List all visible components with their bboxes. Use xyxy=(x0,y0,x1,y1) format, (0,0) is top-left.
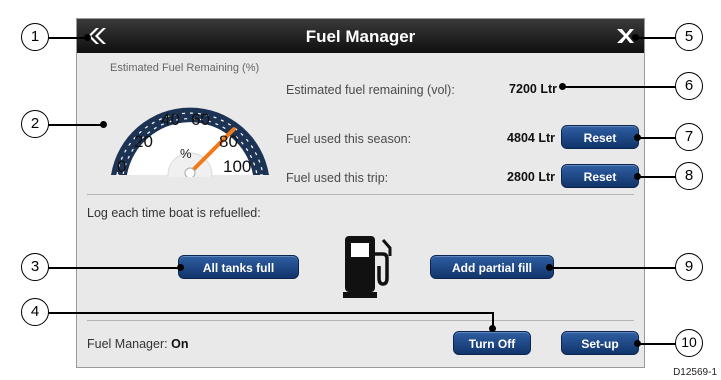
callout-9-leader xyxy=(548,267,686,269)
callout-9: 9 xyxy=(675,253,703,281)
turn-off-button[interactable]: Turn Off xyxy=(453,331,531,355)
status-label: Fuel Manager: xyxy=(87,337,168,351)
callout-8-dot xyxy=(634,173,641,180)
callout-4-leader xyxy=(35,312,493,314)
gauge-tick-0: 0 xyxy=(117,157,127,176)
status-value: On xyxy=(171,337,189,351)
callout-3: 3 xyxy=(21,253,49,281)
remaining-value: 7200 Ltr xyxy=(509,82,557,96)
reset-trip-button[interactable]: Reset xyxy=(561,164,639,188)
callout-1: 1 xyxy=(21,23,49,51)
callout-5: 5 xyxy=(675,23,703,51)
callout-4-dot xyxy=(489,325,496,332)
callout-10: 10 xyxy=(675,329,703,357)
callout-3-dot xyxy=(177,264,184,271)
refuel-log-label: Log each time boat is refuelled: xyxy=(87,206,261,220)
callout-9-dot xyxy=(546,264,553,271)
fuel-pump-icon xyxy=(343,236,392,298)
gauge-unit: % xyxy=(180,146,192,161)
page-title: Fuel Manager xyxy=(305,27,416,46)
callout-6: 6 xyxy=(675,72,703,100)
callout-2-dot xyxy=(100,121,107,128)
callout-7-dot xyxy=(634,134,641,141)
season-value: 4804 Ltr xyxy=(507,131,555,145)
gauge-tick-40: 40 xyxy=(161,110,180,129)
callout-1-dot xyxy=(84,34,91,41)
callout-6-leader xyxy=(562,86,686,88)
callout-8: 8 xyxy=(675,162,703,190)
trip-label: Fuel used this trip: xyxy=(286,171,389,185)
gauge-tick-80: 80 xyxy=(219,132,238,151)
callout-2: 2 xyxy=(21,110,49,138)
trip-value: 2800 Ltr xyxy=(507,170,555,184)
callout-10-dot xyxy=(634,340,641,347)
remaining-label: Estimated fuel remaining (vol): xyxy=(286,83,455,97)
callout-3-leader xyxy=(35,267,180,269)
gauge-title: Estimated Fuel Remaining (%) xyxy=(110,62,260,74)
gauge-tick-60: 60 xyxy=(191,110,210,129)
divider-top xyxy=(87,194,634,195)
gauge-tick-100: 100 xyxy=(223,157,252,176)
add-partial-fill-button[interactable]: Add partial fill xyxy=(430,255,554,279)
fuel-manager-screen: Fuel Manager Estimated Fuel Remaining (%… xyxy=(76,18,645,368)
reset-season-button[interactable]: Reset xyxy=(561,125,639,149)
season-label: Fuel used this season: xyxy=(286,132,412,146)
callout-5-dot xyxy=(632,34,639,41)
callout-7: 7 xyxy=(675,123,703,151)
callout-6-dot xyxy=(559,83,566,90)
setup-button[interactable]: Set-up xyxy=(561,331,639,355)
all-tanks-full-button[interactable]: All tanks full xyxy=(178,255,299,279)
gauge-tick-20: 20 xyxy=(134,132,153,151)
fuel-manager-status: Fuel Manager: On xyxy=(87,337,188,351)
figure-reference: D12569-1 xyxy=(673,367,717,378)
callout-4: 4 xyxy=(21,298,49,326)
title-bar: Fuel Manager xyxy=(77,19,644,53)
divider-bottom xyxy=(87,320,634,321)
